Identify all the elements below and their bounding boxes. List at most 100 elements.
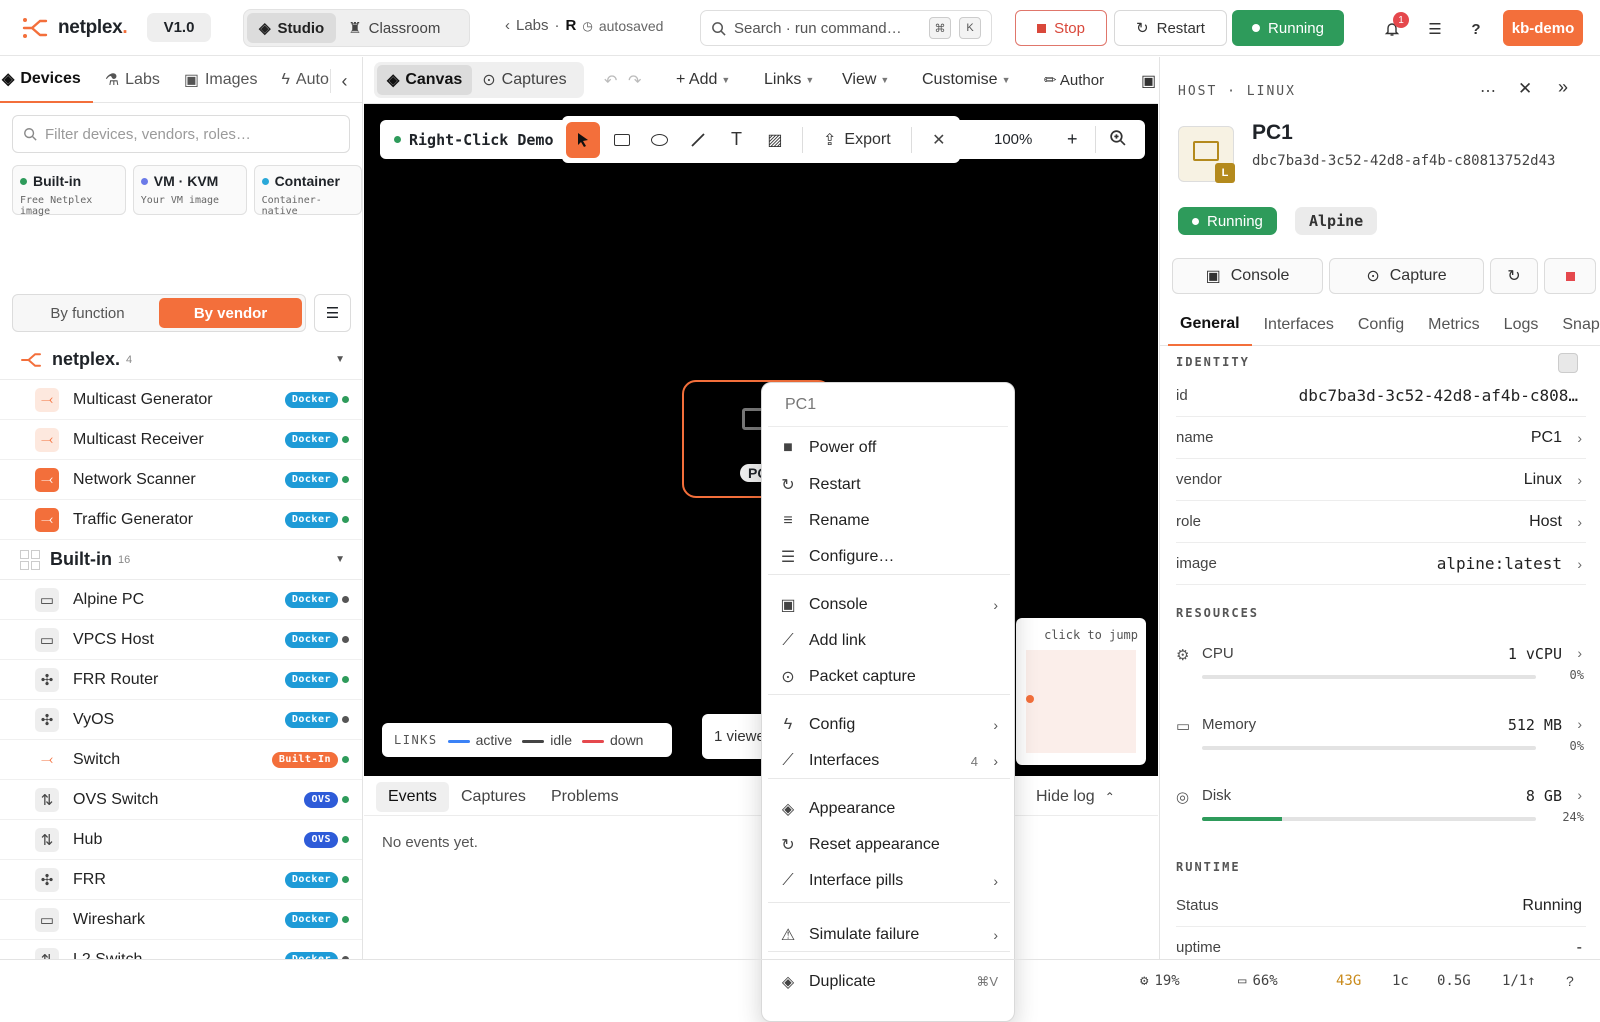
- device-row[interactable]: ✣ VyOS Docker: [0, 700, 362, 740]
- mode-classroom[interactable]: ♜ Classroom: [336, 13, 452, 43]
- more-options-button[interactable]: ⋯: [1480, 81, 1496, 101]
- tab-interfaces[interactable]: Interfaces: [1252, 303, 1346, 346]
- restart-button[interactable]: ↻ Restart: [1114, 10, 1227, 46]
- source-container[interactable]: Container Container-native: [253, 165, 362, 217]
- context-menu-item[interactable]: ϟ Config ›: [762, 709, 1016, 741]
- device-row[interactable]: ✣ FRR Router Docker: [0, 660, 362, 700]
- device-row[interactable]: ⤙ Network Scanner Docker: [0, 460, 362, 500]
- help-button[interactable]: ?: [1465, 18, 1487, 40]
- device-row[interactable]: ▭ Wireshark Docker: [0, 900, 362, 940]
- context-menu-item[interactable]: ☰ Configure…: [762, 541, 1016, 573]
- tab-config[interactable]: Config: [1346, 303, 1416, 346]
- console-button[interactable]: ▣ Console: [1172, 258, 1323, 294]
- context-menu-item[interactable]: ◈ Appearance: [762, 793, 1016, 825]
- group-builtin[interactable]: Built-in 16 ▼: [0, 540, 362, 580]
- app-logo[interactable]: netplex.: [22, 17, 140, 39]
- tab-events[interactable]: Events: [376, 782, 449, 812]
- tab-labs[interactable]: ⚗ Labs: [93, 57, 172, 103]
- settings-sliders-button[interactable]: ☰: [1424, 18, 1446, 40]
- redo-button[interactable]: ↷: [628, 71, 641, 91]
- identity-row[interactable]: id dbc7ba3d-3c52-42d8-af4b-c808…: [1176, 375, 1586, 417]
- lab-name-chip[interactable]: Right-Click Demo: [380, 120, 568, 159]
- help-button[interactable]: ?: [1566, 973, 1574, 989]
- zoom-fit-button[interactable]: [1109, 129, 1126, 150]
- command-search[interactable]: Search · run command… ⌘ K: [700, 10, 992, 46]
- customise-menu[interactable]: Customise ▼: [922, 71, 1011, 89]
- links-menu[interactable]: Links ▼: [764, 71, 814, 89]
- chevron-left-icon[interactable]: ‹: [505, 17, 510, 34]
- tab-general[interactable]: General: [1168, 303, 1252, 346]
- device-row[interactable]: ⤙ Multicast Generator Docker: [0, 380, 362, 420]
- close-inspector-button[interactable]: ✕: [1518, 79, 1532, 99]
- stop-node-button[interactable]: [1544, 258, 1596, 294]
- device-filter-input[interactable]: Filter devices, vendors, roles…: [12, 115, 350, 153]
- device-row[interactable]: ▭ VPCS Host Docker: [0, 620, 362, 660]
- list-options-button[interactable]: ☰: [314, 294, 351, 332]
- rectangle-tool-button[interactable]: [604, 122, 638, 158]
- tab-captures[interactable]: ⊙ Captures: [472, 65, 576, 95]
- select-tool-button[interactable]: [566, 121, 601, 158]
- zoom-in-button[interactable]: +: [1067, 129, 1078, 150]
- device-row[interactable]: ✣ FRR Docker: [0, 860, 362, 900]
- device-row[interactable]: ⇅ OVS Switch OVS: [0, 780, 362, 820]
- tab-logs[interactable]: Logs: [1492, 303, 1551, 346]
- source-vm-kvm[interactable]: VM · KVM Your VM image: [132, 165, 247, 215]
- group-by-function[interactable]: By function: [16, 298, 159, 328]
- identity-row[interactable]: image alpine:latest ›: [1176, 543, 1586, 585]
- tab-problems[interactable]: Problems: [539, 782, 631, 812]
- tab-log-captures[interactable]: Captures: [449, 782, 538, 812]
- export-button[interactable]: ⇪ Export: [813, 130, 901, 150]
- device-row[interactable]: ⇅ Hub OVS: [0, 820, 362, 860]
- collapse-panel-button[interactable]: ‹: [330, 69, 358, 93]
- expand-inspector-button[interactable]: »: [1558, 77, 1568, 98]
- device-row[interactable]: ▭ Alpine PC Docker: [0, 580, 362, 620]
- source-builtin[interactable]: Built-in Free Netplex image: [12, 165, 126, 217]
- tab-images[interactable]: ▣ Images: [172, 57, 270, 103]
- hide-log-button[interactable]: Hide log ⌃: [1024, 782, 1127, 812]
- group-netplex[interactable]: netplex. 4 ▼: [0, 340, 362, 380]
- restart-node-button[interactable]: ↻: [1490, 258, 1538, 294]
- identity-row[interactable]: role Host ›: [1176, 501, 1586, 543]
- context-menu-item[interactable]: ≡ Rename: [762, 505, 1016, 537]
- identity-row[interactable]: name PC1 ›: [1176, 417, 1586, 459]
- tab-snapshots[interactable]: Snap: [1550, 303, 1600, 346]
- resource-row[interactable]: ◎ Disk 8 GB › 24%: [1176, 777, 1586, 847]
- device-row[interactable]: ⤙ Multicast Receiver Docker: [0, 420, 362, 460]
- view-menu[interactable]: View ▼: [842, 71, 889, 89]
- capture-button[interactable]: ⊙ Capture: [1329, 258, 1484, 294]
- identity-row[interactable]: vendor Linux ›: [1176, 459, 1586, 501]
- running-status-button[interactable]: Running: [1232, 10, 1344, 46]
- breadcrumb-current[interactable]: R: [566, 17, 577, 34]
- resource-row[interactable]: ▭ Memory 512 MB › 0%: [1176, 706, 1586, 776]
- context-menu-item[interactable]: ⊙ Packet capture: [762, 661, 1016, 693]
- context-menu-item[interactable]: ⟋ Add link: [762, 625, 1016, 657]
- device-row[interactable]: ⤙ Switch Built-In: [0, 740, 362, 780]
- line-tool-button[interactable]: [681, 122, 715, 158]
- notifications-button[interactable]: 1: [1381, 12, 1409, 40]
- image-tool-button[interactable]: ▨: [758, 122, 792, 158]
- context-menu-item[interactable]: ⚠ Simulate failure ›: [762, 919, 1016, 951]
- device-row[interactable]: ⇅ L2 Switch Docker: [0, 940, 362, 959]
- stop-button[interactable]: Stop: [1015, 10, 1107, 46]
- tab-devices[interactable]: ◈ Devices: [0, 57, 93, 103]
- add-menu[interactable]: + Add ▼: [676, 71, 730, 89]
- tab-metrics[interactable]: Metrics: [1416, 303, 1492, 346]
- context-menu-item[interactable]: ■ Power off: [762, 432, 1016, 464]
- group-by-vendor[interactable]: By vendor: [159, 298, 302, 328]
- minimap[interactable]: click to jump: [1016, 618, 1146, 765]
- breadcrumb-labs[interactable]: Labs: [516, 17, 549, 34]
- context-menu-item[interactable]: ⟋ Interface pills ›: [762, 865, 1016, 897]
- context-menu-item[interactable]: ▣ Console ›: [762, 589, 1016, 621]
- context-menu-item[interactable]: ⟋ Interfaces 4 ›: [762, 745, 1016, 777]
- undo-button[interactable]: ↶: [604, 71, 617, 91]
- text-tool-button[interactable]: T: [719, 122, 753, 158]
- context-menu-item[interactable]: ↻ Restart: [762, 469, 1016, 501]
- identity-toggle[interactable]: [1558, 353, 1578, 373]
- console-toggle-button[interactable]: ▣: [1141, 71, 1156, 91]
- author-button[interactable]: ✏ Author: [1044, 71, 1104, 89]
- context-menu-item[interactable]: ↻ Reset appearance: [762, 829, 1016, 861]
- ellipse-tool-button[interactable]: [643, 122, 677, 158]
- device-row[interactable]: ⤙ Traffic Generator Docker: [0, 500, 362, 540]
- user-badge[interactable]: kb-demo: [1503, 10, 1583, 46]
- tab-canvas[interactable]: ◈ Canvas: [377, 65, 473, 95]
